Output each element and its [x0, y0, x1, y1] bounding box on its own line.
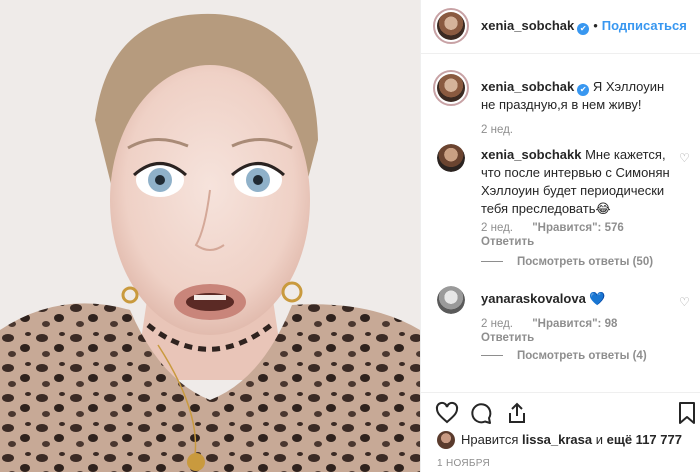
- comment-text-block: yanaraskovalova 💙: [481, 290, 671, 308]
- caption-username[interactable]: xenia_sobchak: [481, 79, 574, 94]
- selfie-image: [0, 0, 420, 472]
- comment-like-heart-icon[interactable]: ♡: [679, 152, 691, 164]
- comment-username[interactable]: xenia_sobchakk: [481, 147, 581, 162]
- post-date[interactable]: 1 НОЯБРЯ: [437, 458, 490, 469]
- caption-time[interactable]: 2 нед.: [481, 124, 513, 136]
- avatar-image: [437, 74, 465, 102]
- avatar-image: [437, 144, 465, 172]
- caption-text-block: xenia_sobchak ✔ Я Хэллоуин не праздную,я …: [481, 78, 671, 114]
- caption-avatar[interactable]: [433, 70, 469, 106]
- comment-item: yanaraskovalova 💙 ♡ 2 нед. "Нравится": 9…: [421, 286, 700, 376]
- comment-meta: 2 нед. "Нравится": 576: [481, 222, 624, 234]
- comment-like-heart-icon[interactable]: ♡: [679, 296, 691, 308]
- view-replies-label: Посмотреть ответы (50): [517, 256, 654, 268]
- liked-by-suffix: и: [595, 432, 604, 447]
- reply-button[interactable]: Ответить: [481, 332, 534, 344]
- author-avatar[interactable]: [433, 8, 469, 44]
- follow-button[interactable]: Подписаться: [602, 18, 687, 33]
- avatar-image: [437, 12, 465, 40]
- comment-time[interactable]: 2 нед.: [481, 222, 513, 234]
- header-line: xenia_sobchak ✔ • Подписаться: [481, 18, 687, 35]
- heart-icon[interactable]: [435, 401, 459, 425]
- divider-line: [481, 355, 503, 357]
- post-photo[interactable]: [0, 0, 420, 472]
- separator-dot: •: [593, 18, 598, 33]
- time-label: 2 нед.: [481, 124, 513, 136]
- view-replies-label: Посмотреть ответы (4): [517, 350, 647, 362]
- comment-time[interactable]: 2 нед.: [481, 318, 513, 330]
- reply-button[interactable]: Ответить: [481, 236, 534, 248]
- share-icon[interactable]: [505, 401, 529, 425]
- comment-meta: 2 нед. "Нравится": 98: [481, 318, 617, 330]
- comment-text: 💙: [589, 291, 606, 306]
- comment-likes[interactable]: "Нравится": 98: [532, 318, 617, 330]
- post-sidebar: xenia_sobchak ✔ • Подписаться xenia_sobchak…: [420, 0, 700, 472]
- avatar-image: [437, 286, 465, 314]
- liked-by-more[interactable]: ещё 117 777: [607, 432, 682, 447]
- comment-username[interactable]: yanaraskovalova: [481, 291, 586, 306]
- bookmark-icon[interactable]: [675, 401, 699, 425]
- liked-by: Нравится lissa_krasa и ещё 117 777: [437, 431, 682, 449]
- comment-likes[interactable]: "Нравится": 576: [532, 222, 624, 234]
- verified-icon: ✔: [577, 84, 590, 96]
- liker-avatar[interactable]: [437, 431, 455, 449]
- comment-icon[interactable]: [469, 401, 493, 425]
- post-header: xenia_sobchak ✔ • Подписаться: [421, 0, 700, 54]
- caption: xenia_sobchak ✔ Я Хэллоуин не праздную,я …: [421, 70, 700, 150]
- view-replies-button[interactable]: Посмотреть ответы (4): [481, 350, 647, 362]
- view-replies-button[interactable]: Посмотреть ответы (50): [481, 256, 653, 268]
- commenter-avatar[interactable]: [437, 286, 465, 314]
- author-username[interactable]: xenia_sobchak: [481, 18, 574, 33]
- liked-by-prefix: Нравится: [461, 432, 519, 447]
- comment-text-block: xenia_sobchakk Мне кажется, что после ин…: [481, 146, 671, 218]
- commenter-avatar[interactable]: [437, 144, 465, 172]
- comment-item: xenia_sobchakk Мне кажется, что после ин…: [421, 144, 700, 274]
- verified-icon: ✔: [577, 23, 590, 35]
- action-bar: [421, 392, 700, 428]
- divider-line: [481, 261, 503, 263]
- liked-by-user[interactable]: lissa_krasa: [522, 432, 592, 447]
